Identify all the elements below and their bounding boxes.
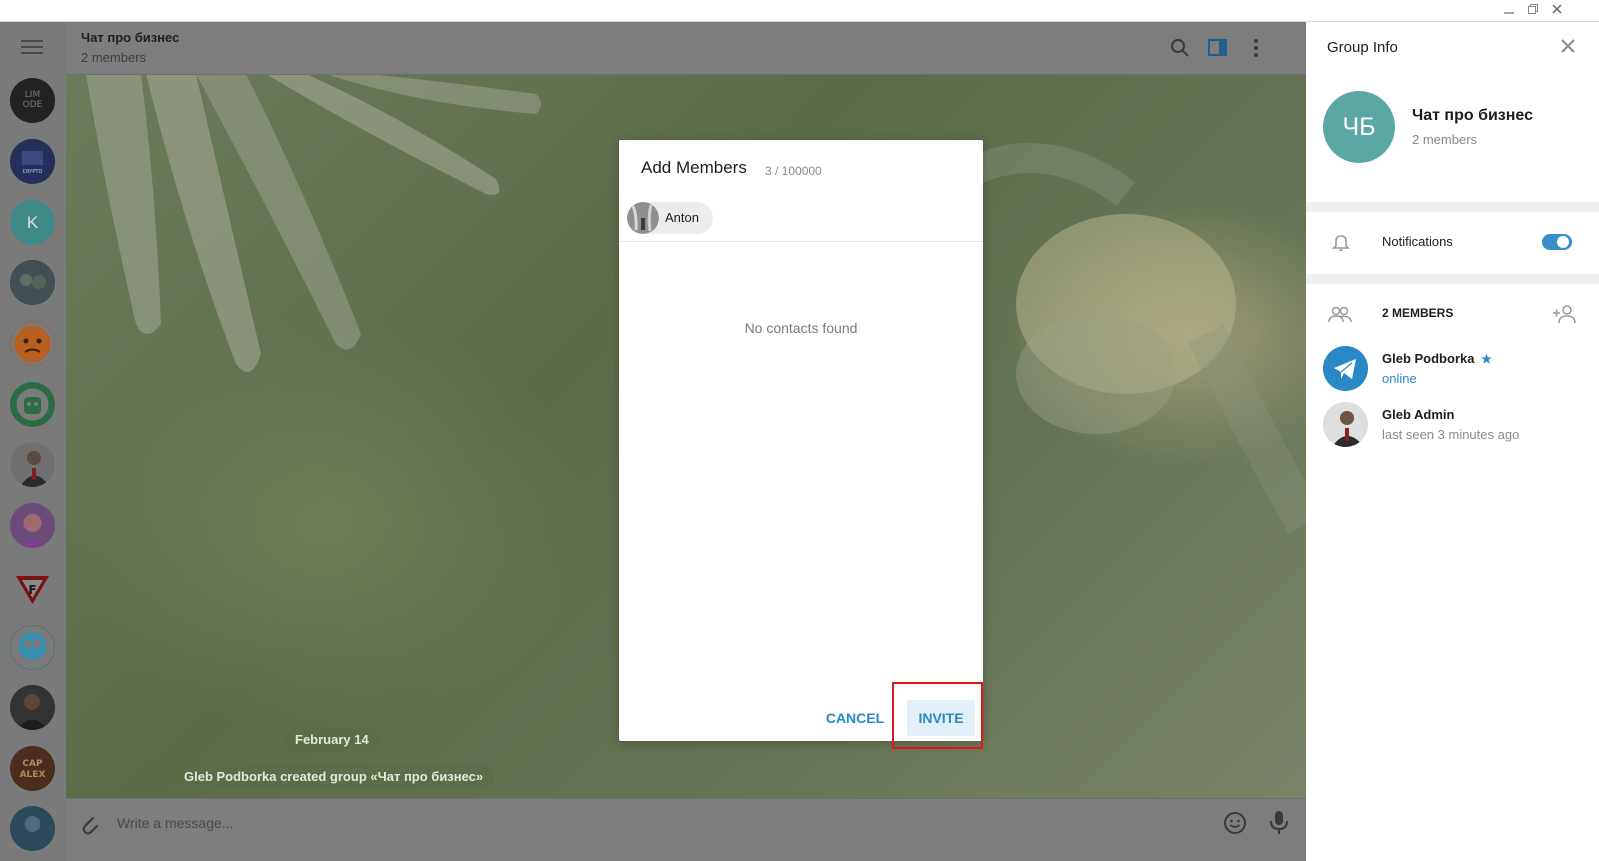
notifications-row[interactable]: Notifications bbox=[1306, 212, 1599, 274]
close-panel-icon[interactable] bbox=[1559, 37, 1577, 55]
chat-avatar-6[interactable] bbox=[10, 382, 55, 427]
member-row[interactable]: Gleb Podborka ★ online bbox=[1306, 344, 1599, 396]
chat-avatar-4[interactable] bbox=[10, 260, 55, 305]
group-info-title: Group Info bbox=[1327, 39, 1398, 56]
minimize-icon[interactable] bbox=[1498, 2, 1520, 20]
svg-text:CRYPTO: CRYPTO bbox=[23, 169, 43, 175]
window-titlebar bbox=[0, 0, 1599, 22]
chip-avatar bbox=[627, 202, 659, 234]
chat-members-count: 2 members bbox=[81, 50, 147, 65]
cancel-button[interactable]: CANCEL bbox=[819, 700, 891, 736]
more-options-icon[interactable] bbox=[1246, 38, 1266, 58]
chat-avatar-9[interactable]: F bbox=[10, 564, 55, 609]
group-name: Чат про бизнес bbox=[1412, 107, 1533, 124]
chat-avatar-7[interactable] bbox=[10, 442, 55, 487]
sidebar-toggle-icon[interactable] bbox=[1208, 38, 1228, 58]
svg-text:ODE: ODE bbox=[23, 100, 43, 110]
group-info-panel: Group Info ЧБ Чат про бизнес 2 members N… bbox=[1306, 22, 1599, 861]
message-composer: Write a message... bbox=[66, 798, 1306, 861]
add-member-icon[interactable] bbox=[1552, 303, 1578, 325]
members-header: 2 MEMBERS bbox=[1382, 306, 1454, 320]
hamburger-menu-icon[interactable] bbox=[21, 40, 43, 56]
chat-avatar-5[interactable] bbox=[10, 321, 55, 366]
message-input[interactable]: Write a message... bbox=[117, 815, 233, 831]
chat-avatar-1[interactable]: LIM ODE bbox=[10, 78, 55, 123]
chip-label: Anton bbox=[665, 210, 699, 225]
member-status: online bbox=[1382, 371, 1417, 386]
empty-state-text: No contacts found bbox=[744, 320, 858, 336]
chat-avatar-8[interactable] bbox=[10, 503, 55, 548]
chat-avatar-2[interactable]: CRYPTO bbox=[10, 139, 55, 184]
svg-text:ALEX: ALEX bbox=[20, 770, 46, 780]
microphone-icon[interactable] bbox=[1267, 810, 1291, 836]
notifications-label: Notifications bbox=[1382, 234, 1453, 249]
dialog-member-count: 3 / 100000 bbox=[765, 164, 822, 178]
add-members-dialog: Add Members 3 / 100000 Anton No contacts… bbox=[619, 140, 983, 741]
member-row[interactable]: Gleb Admin last seen 3 minutes ago bbox=[1306, 400, 1599, 452]
invite-highlight-box bbox=[892, 682, 983, 749]
group-avatar[interactable]: ЧБ bbox=[1323, 91, 1395, 163]
attach-icon[interactable] bbox=[77, 812, 101, 836]
chat-list-sidebar: LIM ODE CRYPTO K F CAP ALEX bbox=[0, 22, 66, 861]
svg-text:LIM: LIM bbox=[25, 90, 40, 100]
service-message: Gleb Podborka created group «Чат про биз… bbox=[173, 764, 495, 789]
chat-avatar-10[interactable] bbox=[10, 625, 55, 670]
members-icon bbox=[1328, 304, 1352, 324]
group-members-count: 2 members bbox=[1412, 132, 1478, 147]
selected-contact-chip[interactable]: Anton bbox=[627, 202, 713, 234]
dialog-divider bbox=[619, 241, 983, 242]
notifications-toggle[interactable] bbox=[1542, 234, 1572, 250]
close-icon[interactable] bbox=[1546, 2, 1568, 20]
dialog-title: Add Members bbox=[641, 158, 747, 177]
chat-avatar-11[interactable] bbox=[10, 685, 55, 730]
group-info-header: Group Info bbox=[1306, 22, 1599, 74]
svg-text:CAP: CAP bbox=[22, 759, 43, 769]
chat-avatar-13[interactable] bbox=[10, 806, 55, 851]
admin-star-icon: ★ bbox=[1481, 352, 1492, 366]
group-profile: ЧБ Чат про бизнес 2 members bbox=[1306, 74, 1599, 202]
chat-avatar-k[interactable]: K bbox=[10, 200, 55, 245]
date-badge: February 14 bbox=[284, 727, 380, 752]
member-name: Gleb Podborka ★ bbox=[1382, 351, 1492, 366]
search-icon[interactable] bbox=[1170, 38, 1190, 58]
restore-icon[interactable] bbox=[1522, 2, 1544, 20]
members-section: 2 MEMBERS Gleb Podborka ★ online Gleb Ad… bbox=[1306, 284, 1599, 861]
chat-title[interactable]: Чат про бизнес bbox=[81, 30, 179, 45]
chat-avatar-12[interactable]: CAP ALEX bbox=[10, 746, 55, 791]
svg-text:F: F bbox=[28, 583, 36, 597]
chat-header: Чат про бизнес 2 members bbox=[66, 22, 1306, 75]
member-status: last seen 3 minutes ago bbox=[1382, 427, 1520, 442]
bell-icon bbox=[1331, 232, 1351, 252]
emoji-icon[interactable] bbox=[1223, 811, 1247, 835]
member-name: Gleb Admin bbox=[1382, 407, 1455, 422]
member-avatar bbox=[1323, 402, 1368, 447]
telegram-avatar-icon bbox=[1323, 346, 1368, 391]
